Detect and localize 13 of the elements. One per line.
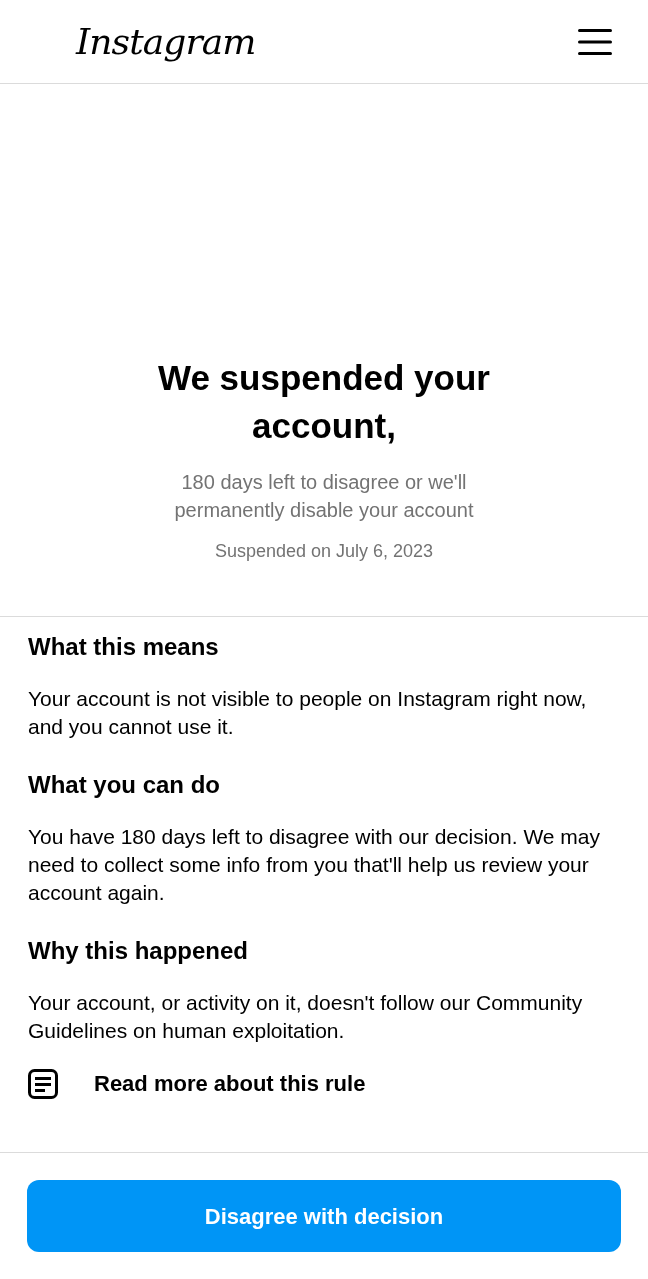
- document-icon: [28, 1069, 58, 1099]
- notice-subtitle: 180 days left to disagree or we'll permanently disable your account: [173, 470, 475, 523]
- section-text: You have 180 days left to disagree with our decision. We may need to collect some info from you that'll help us review your account again.: [28, 824, 601, 906]
- section-heading: What this means: [28, 632, 220, 662]
- rule-link[interactable]: Read more about this rule: [94, 1069, 366, 1099]
- notice-title: We suspended your account,: [157, 357, 491, 447]
- logo[interactable]: Instagram: [76, 23, 256, 60]
- suspension-date: Suspended on July 6, 2023: [214, 540, 434, 563]
- section-text: Your account is not visible to people on Instagram right now, and you cannot use it.: [28, 686, 588, 740]
- menu-icon[interactable]: [578, 27, 612, 56]
- section-heading: Why this happened: [28, 936, 249, 966]
- section-text: Your account, or activity on it, doesn't follow our Community Guidelines on human exploitation.: [28, 990, 584, 1044]
- section-heading: What you can do: [28, 770, 221, 800]
